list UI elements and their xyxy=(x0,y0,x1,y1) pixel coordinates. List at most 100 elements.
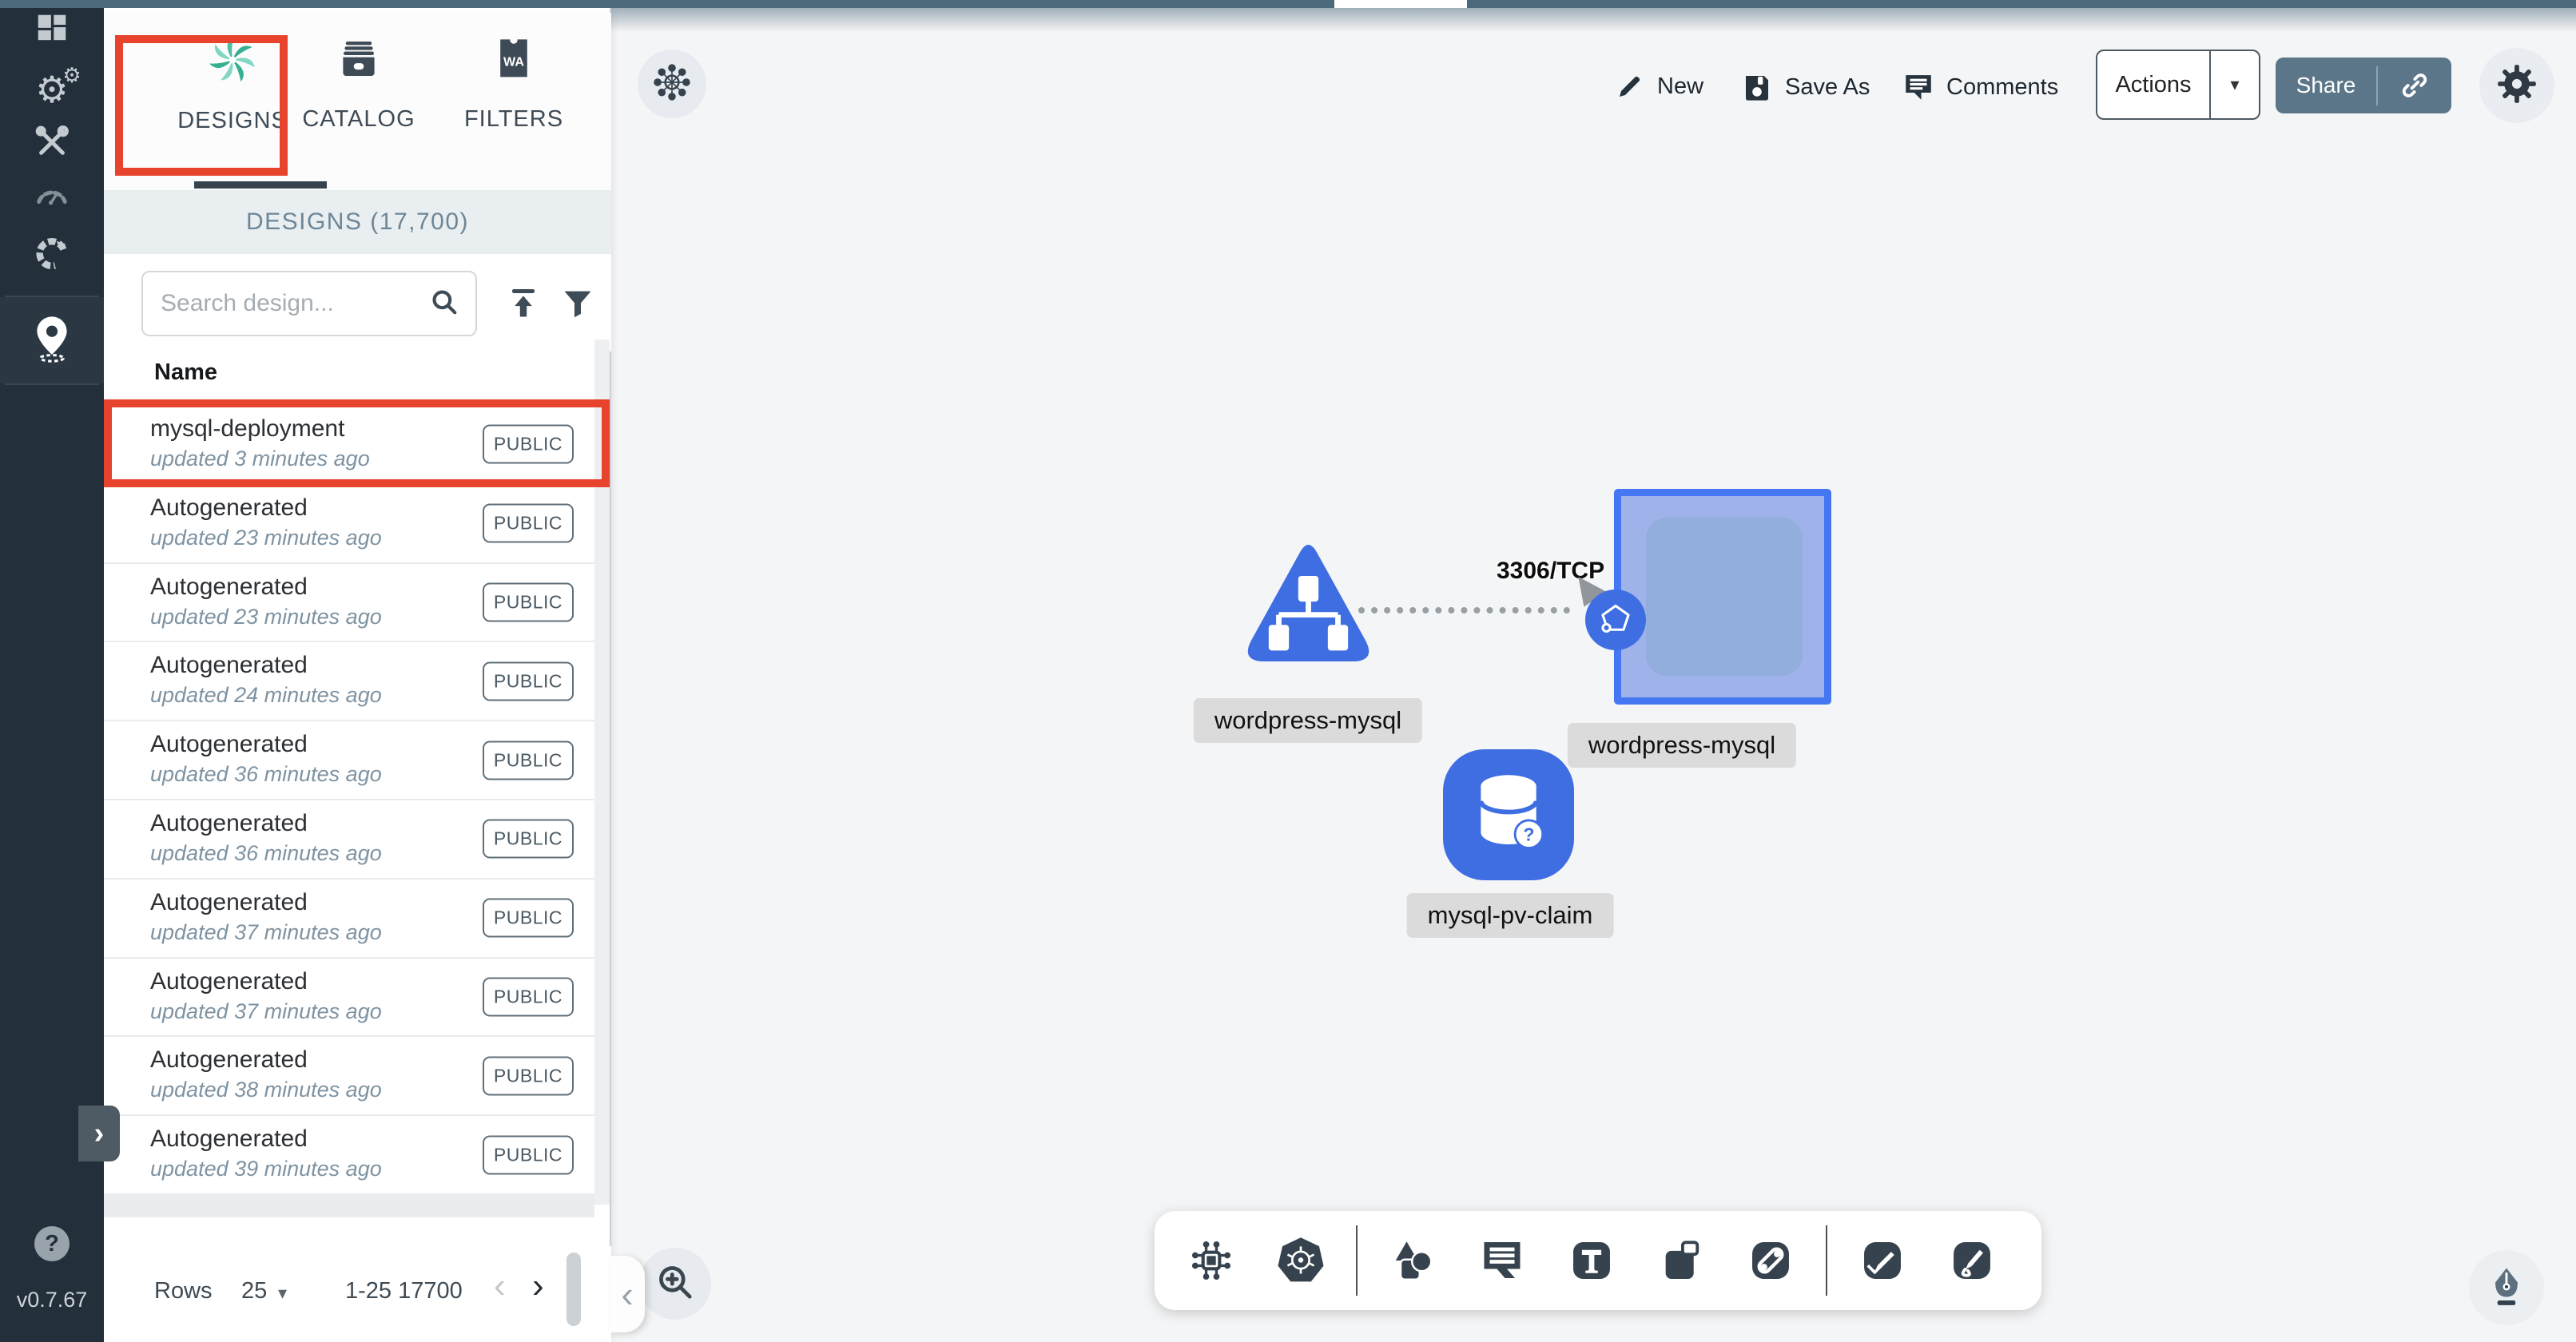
app-version: v0.7.67 xyxy=(0,1288,104,1312)
pod-badge-icon[interactable] xyxy=(1585,590,1646,650)
toolbar-divider xyxy=(1356,1225,1358,1296)
list-bottom-band xyxy=(104,1195,594,1217)
node-pvc-mysql-pv-claim[interactable]: ? xyxy=(1443,749,1574,880)
search-icon xyxy=(427,285,461,323)
zoom-in-button[interactable] xyxy=(639,1248,711,1320)
top-drawer-handle[interactable] xyxy=(1334,0,1467,8)
comments-label: Comments xyxy=(1946,74,2058,101)
share-label: Share xyxy=(2276,73,2376,98)
link-tool-button[interactable] xyxy=(1736,1226,1805,1295)
kubernetes-tool-button[interactable] xyxy=(1266,1226,1335,1295)
design-row[interactable]: Autogenerated updated 23 minutes ago PUB… xyxy=(104,564,594,643)
upload-design-button[interactable] xyxy=(503,281,543,326)
dashboard-grid-icon xyxy=(34,10,70,51)
new-design-button[interactable]: New xyxy=(1614,70,1703,102)
design-row[interactable]: Autogenerated updated 37 minutes ago PUB… xyxy=(104,879,594,959)
node-label-service[interactable]: wordpress-mysql xyxy=(1194,698,1422,743)
annotation-box-first-row xyxy=(104,399,610,487)
previous-page-button[interactable]: ‹ xyxy=(494,1269,506,1304)
notes-tool-button[interactable] xyxy=(1647,1226,1715,1295)
design-row[interactable]: Autogenerated updated 36 minutes ago PUB… xyxy=(104,721,594,800)
whiteboarding-button[interactable] xyxy=(2469,1250,2544,1325)
wasm-filter-icon: WA xyxy=(494,37,534,85)
crossed-tools-icon xyxy=(34,124,70,165)
settings-button[interactable] xyxy=(2479,48,2554,123)
design-row[interactable]: Autogenerated updated 23 minutes ago PUB… xyxy=(104,485,594,564)
comments-button[interactable]: Comments xyxy=(1902,70,2058,104)
visibility-badge: PUBLIC xyxy=(483,820,574,859)
search-input[interactable] xyxy=(161,290,427,317)
question-mark-icon: ? xyxy=(45,1231,59,1257)
design-row[interactable]: Autogenerated updated 36 minutes ago PUB… xyxy=(104,800,594,879)
designs-list: mysql-deployment updated 3 minutes ago P… xyxy=(104,406,594,1195)
share-split-button[interactable]: Share xyxy=(2276,58,2451,113)
next-page-button[interactable]: › xyxy=(532,1269,544,1304)
visibility-badge: PUBLIC xyxy=(483,1135,574,1174)
meshery-mesh-icon xyxy=(34,236,70,276)
sidebar-expand-handle[interactable]: › xyxy=(78,1106,120,1161)
top-accent-bar xyxy=(0,0,2576,8)
draw-arrow-tool-button[interactable] xyxy=(1848,1226,1917,1295)
location-pin-icon xyxy=(30,314,74,367)
copy-link-icon[interactable] xyxy=(2378,69,2451,101)
comment-icon xyxy=(1902,70,1935,104)
chevron-down-icon[interactable]: ▾ xyxy=(278,1283,287,1304)
chevron-down-icon[interactable]: ▾ xyxy=(2211,74,2259,95)
sidebar-item-extensions[interactable] xyxy=(0,235,104,276)
node-label-deployment[interactable]: wordpress-mysql xyxy=(1568,723,1796,768)
visibility-badge: PUBLIC xyxy=(483,899,574,938)
toolbar-divider xyxy=(1826,1225,1827,1296)
canvas-bottom-toolbar xyxy=(1155,1211,2041,1310)
shapes-tool-button[interactable] xyxy=(1378,1226,1447,1295)
tab-catalog[interactable]: CATALOG xyxy=(287,37,431,133)
deployment-inner-shape xyxy=(1646,518,1803,676)
column-header-name: Name xyxy=(154,359,217,386)
node-deployment-wordpress-mysql[interactable] xyxy=(1614,489,1831,705)
save-as-label: Save As xyxy=(1785,74,1870,101)
design-row[interactable]: Autogenerated updated 38 minutes ago PUB… xyxy=(104,1037,594,1116)
text-tool-button[interactable] xyxy=(1557,1226,1626,1295)
tab-filters[interactable]: WA FILTERS xyxy=(442,37,586,133)
filter-button[interactable] xyxy=(558,281,598,326)
meshery-kanvas-app: ⚙⚙ xyxy=(0,0,2576,1342)
annotation-box-designs-tab xyxy=(115,35,288,176)
rows-per-page-select[interactable]: 25 xyxy=(241,1278,267,1304)
service-edge[interactable] xyxy=(1358,607,1570,613)
sidebar-item-performance[interactable] xyxy=(0,175,104,216)
actions-split-button[interactable]: Actions ▾ xyxy=(2096,50,2260,120)
canvas-mesh-button[interactable] xyxy=(638,50,706,118)
pagination-range: 1-25 17700 xyxy=(345,1278,463,1304)
design-canvas[interactable]: New Save As Comments Actions xyxy=(611,8,2576,1342)
visibility-badge: PUBLIC xyxy=(483,740,574,780)
sidebar-item-dashboard[interactable] xyxy=(0,10,104,51)
pen-nib-icon xyxy=(2485,1265,2528,1312)
design-search-field[interactable] xyxy=(141,271,477,336)
node-service-wordpress-mysql[interactable] xyxy=(1234,535,1382,677)
sidebar-divider xyxy=(5,383,99,385)
node-label-pvc[interactable]: mysql-pv-claim xyxy=(1407,893,1614,938)
footer-scrollbar-thumb[interactable] xyxy=(566,1253,581,1326)
chevron-left-icon: ‹ xyxy=(621,1273,633,1316)
magnifier-plus-icon xyxy=(654,1261,696,1307)
freehand-draw-tool-button[interactable] xyxy=(1938,1226,2006,1295)
visibility-badge: PUBLIC xyxy=(483,1056,574,1095)
visibility-badge: PUBLIC xyxy=(483,504,574,543)
pagination-footer: Rows 25 ▾ 1-25 17700 ‹ › xyxy=(104,1246,611,1342)
gear-icon xyxy=(2495,62,2538,109)
tab-filters-label: FILTERS xyxy=(464,106,563,133)
designs-panel: DESIGNS CATALOG xyxy=(104,8,611,1342)
components-tool-button[interactable] xyxy=(1177,1226,1246,1295)
annotation-comment-tool-button[interactable] xyxy=(1468,1226,1536,1295)
tab-catalog-label: CATALOG xyxy=(302,106,415,133)
sidebar-item-lifecycle[interactable]: ⚙⚙ xyxy=(0,69,104,110)
save-icon xyxy=(1740,70,1774,104)
sidebar-item-kanvas[interactable] xyxy=(0,310,104,371)
design-row[interactable]: Autogenerated updated 24 minutes ago PUB… xyxy=(104,642,594,721)
help-button[interactable]: ? xyxy=(34,1226,70,1261)
design-row[interactable]: Autogenerated updated 37 minutes ago PUB… xyxy=(104,959,594,1038)
panel-collapse-handle[interactable]: ‹ xyxy=(610,1256,645,1332)
save-as-button[interactable]: Save As xyxy=(1740,70,1870,104)
design-row[interactable]: Autogenerated updated 39 minutes ago PUB… xyxy=(104,1116,594,1195)
sidebar-item-configuration[interactable] xyxy=(0,123,104,165)
gears-icon: ⚙⚙ xyxy=(35,71,68,108)
